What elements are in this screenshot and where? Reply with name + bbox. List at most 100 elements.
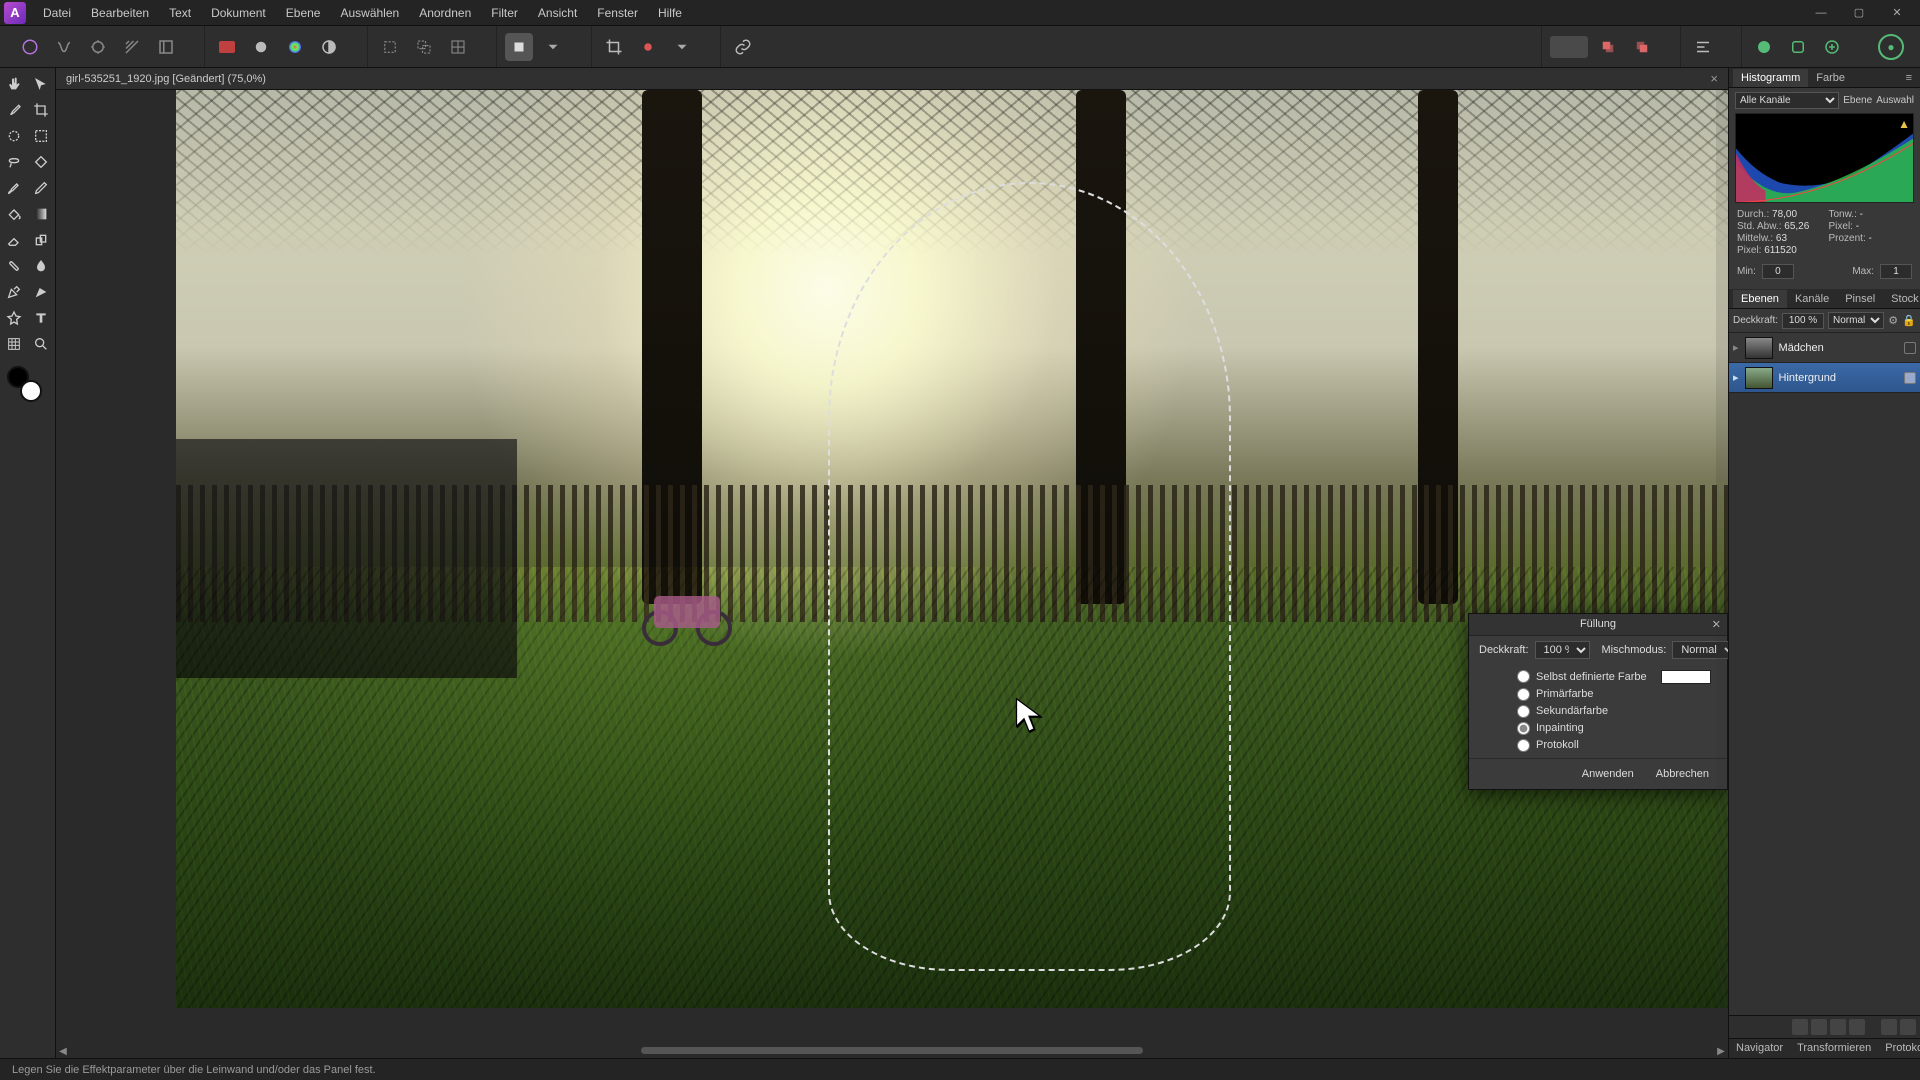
crop-icon[interactable] (600, 33, 628, 61)
fill-apply-button[interactable]: Anwenden (1576, 767, 1640, 781)
mask-layer-icon[interactable] (1792, 1019, 1808, 1035)
shape-tool-icon[interactable] (2, 306, 27, 330)
scroll-left-icon[interactable]: ◀ (56, 1046, 70, 1057)
menu-arrange[interactable]: Anordnen (410, 2, 480, 24)
delete-layer-icon[interactable] (1900, 1019, 1916, 1035)
crop-tool-icon[interactable] (29, 98, 54, 122)
text-tool-icon[interactable] (29, 306, 54, 330)
autolevels-icon[interactable] (247, 33, 275, 61)
autocontrast-icon[interactable] (315, 33, 343, 61)
document-tab-close-icon[interactable]: × (1710, 71, 1718, 86)
lasso-tool-icon[interactable] (2, 150, 27, 174)
hist-min-input[interactable] (1762, 264, 1794, 279)
fill-cancel-button[interactable]: Abbrechen (1650, 767, 1715, 781)
layer-visibility-toggle[interactable] (1904, 372, 1916, 384)
menu-filter[interactable]: Filter (482, 2, 527, 24)
zoom-tool-icon[interactable] (29, 332, 54, 356)
tab-color[interactable]: Farbe (1808, 69, 1853, 87)
pen-tool-icon[interactable] (2, 280, 27, 304)
add-layer-icon[interactable] (1881, 1019, 1897, 1035)
document-tab[interactable]: girl-535251_1920.jpg [Geändert] (75,0%) … (56, 68, 1728, 90)
fill-radio-primary[interactable]: Primärfarbe (1517, 688, 1717, 701)
window-close-button[interactable]: ✕ (1878, 2, 1916, 24)
tab-stock[interactable]: Stock (1883, 290, 1920, 308)
persona-liquify-icon[interactable] (50, 33, 78, 61)
window-minimize-button[interactable]: — (1802, 2, 1840, 24)
color-wells[interactable] (2, 364, 53, 408)
fill-tool-icon[interactable] (2, 202, 27, 226)
menu-select[interactable]: Auswählen (331, 2, 408, 24)
swatch-red-icon[interactable] (213, 33, 241, 61)
menu-document[interactable]: Dokument (202, 2, 275, 24)
layer-row[interactable]: ▸ Hintergrund (1729, 363, 1920, 393)
marquee-tool-icon[interactable] (29, 124, 54, 148)
adjustment-layer-icon[interactable] (1811, 1019, 1827, 1035)
fx-layer-icon[interactable] (1830, 1019, 1846, 1035)
tab-histogram[interactable]: Histogramm (1733, 69, 1808, 87)
layer-blend-select[interactable]: Normal (1828, 312, 1884, 329)
fill-radio-protocol[interactable]: Protokoll (1517, 739, 1717, 752)
selection-new-icon[interactable] (376, 33, 404, 61)
hist-max-input[interactable] (1880, 264, 1912, 279)
panel-menu-icon[interactable]: ≡ (1902, 72, 1916, 84)
fill-dialog-titlebar[interactable]: Füllung ✕ (1469, 614, 1727, 636)
tab-protocol[interactable]: Protokoll (1878, 1039, 1920, 1058)
scroll-thumb[interactable] (641, 1047, 1143, 1054)
menu-window[interactable]: Fenster (588, 2, 647, 24)
align-icon[interactable] (1689, 33, 1717, 61)
fill-opacity-select[interactable]: 100 % (1535, 641, 1590, 659)
blur-tool-icon[interactable] (29, 254, 54, 278)
persona-export-icon[interactable] (152, 33, 180, 61)
tab-brushes[interactable]: Pinsel (1837, 290, 1883, 308)
healing-tool-icon[interactable] (2, 254, 27, 278)
fill-radio-custom[interactable]: Selbst definierte Farbe (1517, 670, 1717, 684)
persona-develop-icon[interactable] (84, 33, 112, 61)
fill-radio-inpainting[interactable]: Inpainting (1517, 722, 1717, 735)
layer-row[interactable]: ▸ Mädchen (1729, 333, 1920, 363)
menu-layer[interactable]: Ebene (277, 2, 330, 24)
menu-edit[interactable]: Bearbeiten (82, 2, 158, 24)
hist-subtab-selection[interactable]: Auswahl (1876, 95, 1914, 106)
dropdown-chevron-icon[interactable] (668, 33, 696, 61)
background-color-well[interactable] (20, 380, 42, 402)
account-avatar-icon[interactable]: ● (1878, 34, 1904, 60)
canvas-viewport[interactable]: Füllung ✕ Deckkraft: 100 % Mischmodus: N… (56, 90, 1728, 1058)
group-layer-icon[interactable] (1849, 1019, 1865, 1035)
hist-subtab-layer[interactable]: Ebene (1843, 95, 1872, 106)
fill-radio-secondary[interactable]: Sekundärfarbe (1517, 705, 1717, 718)
gradient-tool-icon[interactable] (29, 202, 54, 226)
order-front-icon[interactable] (1594, 33, 1622, 61)
hand-tool-icon[interactable] (2, 72, 27, 96)
autocolor-icon[interactable] (281, 33, 309, 61)
layer-fx-icon[interactable]: ⚙ (1888, 314, 1898, 327)
layer-expand-icon[interactable]: ▸ (1733, 371, 1739, 384)
layer-visibility-toggle[interactable] (1904, 342, 1916, 354)
tab-navigator[interactable]: Navigator (1729, 1039, 1790, 1058)
brush-tool-icon[interactable] (2, 176, 27, 200)
sync-green-icon[interactable] (1750, 33, 1778, 61)
selection-brush-icon[interactable] (2, 124, 27, 148)
node-tool-icon[interactable] (29, 280, 54, 304)
order-back-icon[interactable] (1628, 33, 1656, 61)
tab-channels[interactable]: Kanäle (1787, 290, 1837, 308)
window-maximize-button[interactable]: ▢ (1840, 2, 1878, 24)
eraser-tool-icon[interactable] (2, 228, 27, 252)
target-red-icon[interactable] (634, 33, 662, 61)
tab-layers[interactable]: Ebenen (1733, 290, 1787, 308)
sync-green-icon[interactable] (1784, 33, 1812, 61)
layer-lock-icon[interactable]: 🔒 (1902, 314, 1916, 327)
move-tool-icon[interactable] (29, 72, 54, 96)
persona-tone-icon[interactable] (118, 33, 146, 61)
layer-expand-icon[interactable]: ▸ (1733, 341, 1739, 354)
layer-opacity-input[interactable] (1782, 313, 1824, 329)
clone-tool-icon[interactable] (29, 228, 54, 252)
dropdown-chevron-icon[interactable] (539, 33, 567, 61)
color-picker-icon[interactable] (2, 98, 27, 122)
horizontal-scrollbar[interactable]: ◀ ▶ (56, 1044, 1728, 1058)
scroll-right-icon[interactable]: ▶ (1714, 1046, 1728, 1057)
selection-add-icon[interactable] (410, 33, 438, 61)
selection-grid-icon[interactable] (444, 33, 472, 61)
fill-custom-color-swatch[interactable] (1661, 670, 1711, 684)
mesh-tool-icon[interactable] (2, 332, 27, 356)
quickmask-icon[interactable] (505, 33, 533, 61)
